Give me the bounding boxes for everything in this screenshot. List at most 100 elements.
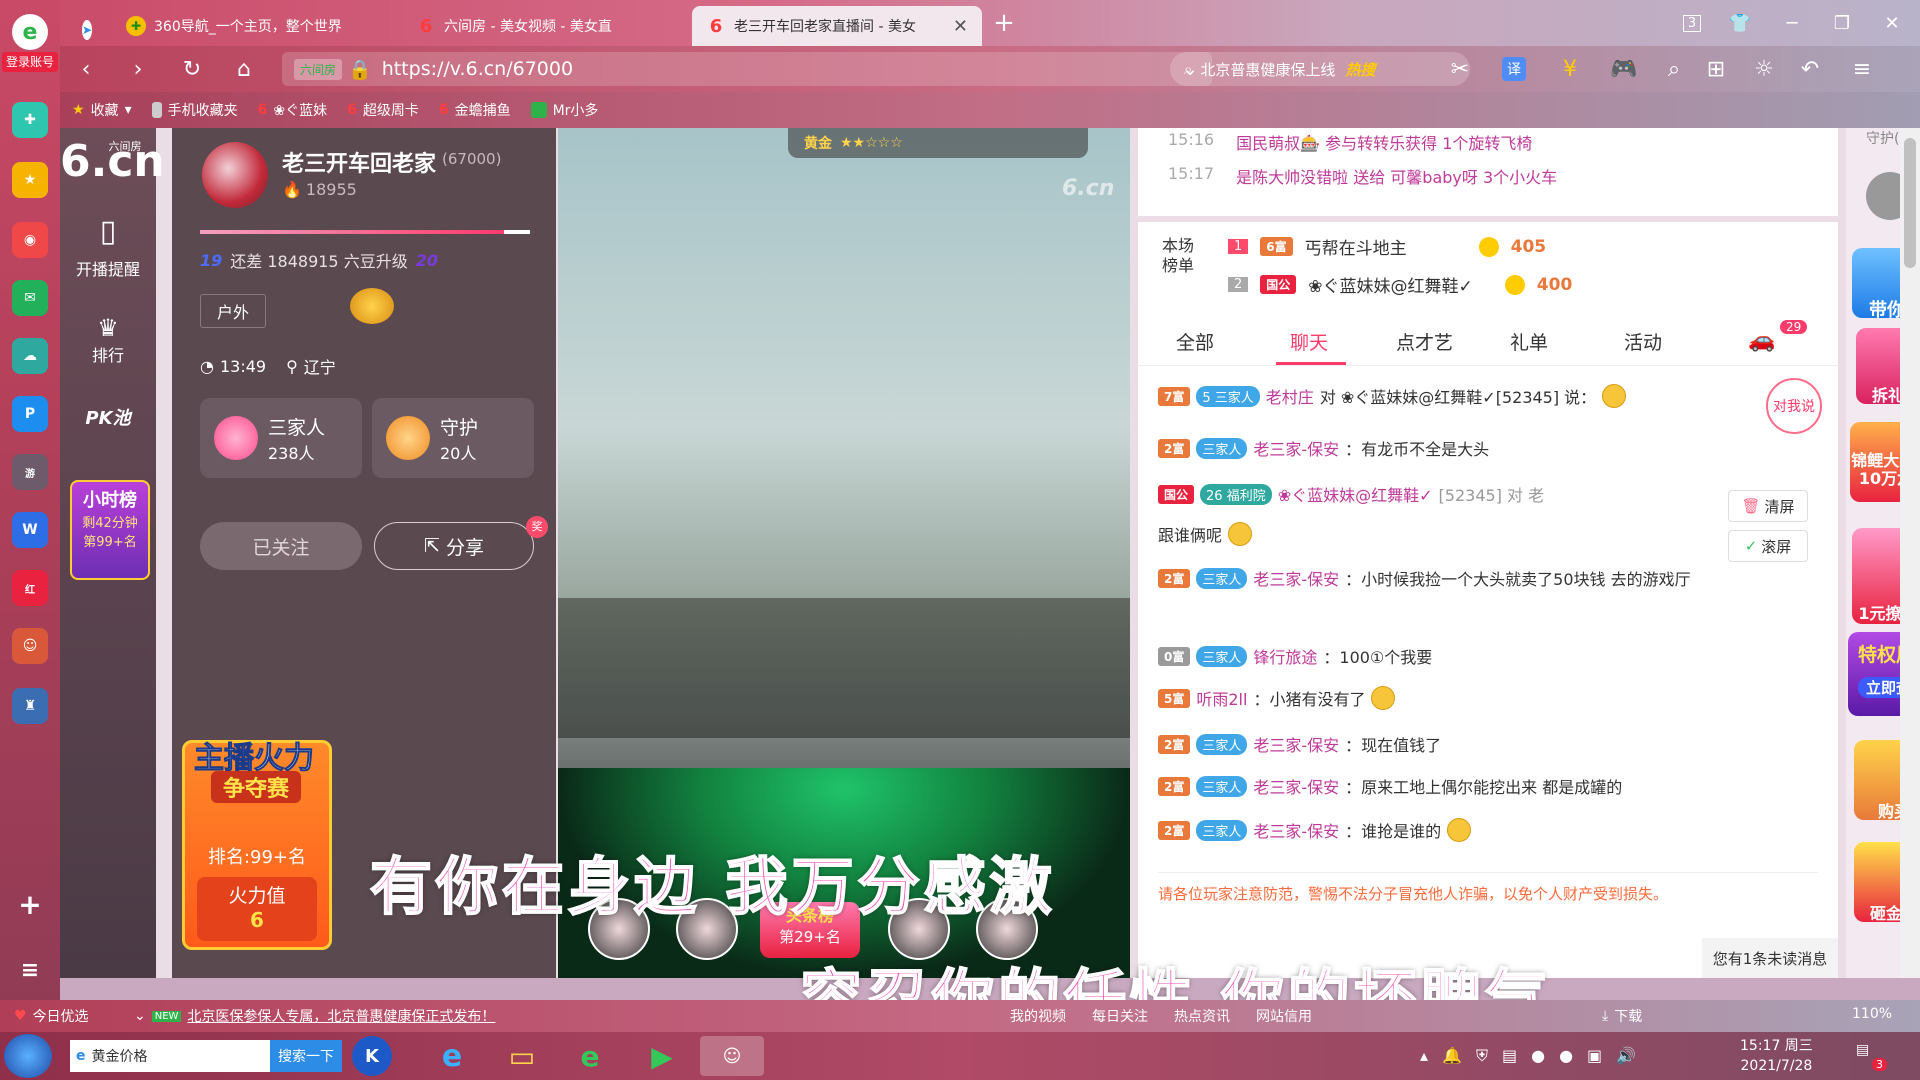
k-app-icon[interactable]: K — [352, 1036, 392, 1076]
bell-icon[interactable]: 🔔 — [1442, 1046, 1462, 1066]
magnifier-icon[interactable]: ⌕ — [1658, 54, 1690, 84]
nav-pk-pool[interactable]: PK池 — [78, 404, 138, 430]
tab-talent[interactable]: 点才艺 — [1396, 328, 1453, 355]
scroll-screen-button[interactable]: ✓ 滚屏 — [1728, 530, 1808, 562]
nav-live-remind[interactable]: 开播提醒 — [60, 256, 156, 280]
refresh-button[interactable]: ↻ — [176, 54, 208, 84]
hour-rank-card[interactable]: 小时榜 剩42分钟 第99+名 — [70, 480, 150, 580]
game-castle-icon[interactable]: ♜ — [12, 688, 48, 724]
share-button[interactable]: ⇱ 分享 — [374, 522, 534, 570]
chat-message[interactable]: 2富 三家人 老三家-保安 ：有龙币不全是大头 — [1158, 436, 1808, 460]
windows-start-button[interactable] — [4, 1034, 52, 1078]
chat-message[interactable]: 2富 三家人 老三家-保安 ：原来工地上偶尔能挖出来 都是成罐的 — [1158, 774, 1808, 798]
shirt-skin-icon[interactable]: 👕 — [1722, 8, 1758, 38]
chat-message[interactable]: 国公 26 福利院 ❀ぐ蓝妹妹@红舞鞋✓ [52345] 对 老 — [1158, 482, 1808, 506]
promo-tease-anchor[interactable]: 1元撩主播 — [1852, 528, 1900, 624]
car-icon[interactable]: 🚗 — [1748, 328, 1775, 353]
chat-message[interactable]: 7富 5 三家人 老村庄 对 ❀ぐ蓝妹妹@红舞鞋✓[52345] 说： — [1158, 384, 1808, 408]
p-app-icon[interactable]: P — [12, 396, 48, 432]
guard-avatar[interactable] — [1866, 172, 1900, 220]
promo-weekcard[interactable]: 特权周卡 立即查看 — [1848, 632, 1900, 716]
grid-apps-icon[interactable]: ⊞ — [1700, 54, 1732, 84]
chat-message[interactable]: 5富 听雨2ll ：小猪有没有了 — [1158, 686, 1808, 710]
qq-icon[interactable]: ● — [1559, 1046, 1573, 1066]
bookmark-weekcard[interactable]: 6 超级周卡 — [347, 100, 419, 120]
rank-row[interactable]: 2 国公 ❀ぐ蓝妹妹@红舞鞋✓ 400 — [1228, 272, 1572, 297]
close-tab-icon[interactable]: ✕ — [953, 16, 968, 37]
plus-app-icon[interactable]: ✚ — [12, 102, 48, 138]
star-favorites-icon[interactable]: ★ — [12, 162, 48, 198]
unread-message-bar[interactable]: 您有1条未读消息 — [1702, 938, 1838, 978]
game-app-icon[interactable]: 游 — [12, 454, 48, 490]
bookmark-lanmei[interactable]: 6 ❀ぐ蓝妹 — [258, 100, 327, 120]
promo-golden-egg[interactable]: 砸金蛋 — [1854, 842, 1900, 923]
video-player-icon[interactable]: ▶ — [634, 1036, 690, 1076]
search-input[interactable]: ⌕ 北京普惠健康保上线 热搜 — [1170, 52, 1470, 86]
zoom-level[interactable]: 110% — [1852, 1006, 1892, 1022]
word-doc-icon[interactable]: W — [12, 512, 48, 548]
minimize-button[interactable]: ─ — [1774, 8, 1810, 38]
promo-gift-pack[interactable]: 拆礼包 — [1856, 328, 1900, 405]
back-button[interactable]: ‹ — [70, 54, 102, 84]
cloud-icon[interactable]: ☁ — [12, 338, 48, 374]
nav-ranking[interactable]: 排行 — [60, 342, 156, 366]
bookmark-fishing[interactable]: 6 金蟾捕鱼 — [439, 100, 511, 120]
chat-message[interactable]: 2富 三家人 老三家-保安 ：谁抢是谁的 — [1158, 818, 1808, 842]
tab-chat[interactable]: 聊天 — [1290, 328, 1328, 355]
home-button[interactable]: ⌂ — [228, 54, 260, 84]
promo-koi[interactable]: 锦鲤大奖 赢10万六币 — [1850, 422, 1900, 502]
status-link-daily-focus[interactable]: 每日关注 — [1092, 1006, 1148, 1026]
fire-contest-card[interactable]: 主播火力 争夺赛 排名:99+名 火力值 6 — [182, 740, 332, 950]
forward-button[interactable]: › — [122, 54, 154, 84]
family-card[interactable]: 三家人 238人 — [200, 398, 362, 478]
status-link-my-video[interactable]: 我的视频 — [1010, 1006, 1066, 1026]
bookmark-favorites[interactable]: ★ 收藏 ▾ — [72, 100, 132, 120]
follow-button[interactable]: 已关注 — [200, 522, 362, 570]
volume-icon[interactable]: 🔊 — [1616, 1046, 1636, 1066]
sidebar-menu-icon[interactable]: ≡ — [12, 952, 48, 988]
new-tab-button[interactable]: + — [986, 8, 1022, 38]
bookmark-mrxiaoduo[interactable]: Mr小多 — [530, 100, 598, 120]
taskbar-search-button[interactable]: 搜索一下 — [270, 1040, 342, 1072]
tab-6cn-home[interactable]: 6 六间房 - 美女视频 - 美女直 — [402, 6, 692, 46]
scissors-icon[interactable]: ✂ — [1444, 54, 1476, 84]
taskbar-search-input[interactable]: e 黄金价格 — [70, 1040, 270, 1072]
doc-icon[interactable]: ▤ — [1502, 1046, 1517, 1066]
tab-activity[interactable]: 活动 — [1624, 328, 1662, 355]
tab-gift-list[interactable]: 礼单 — [1510, 328, 1548, 355]
add-sidebar-icon[interactable]: + — [12, 886, 48, 922]
tab-all[interactable]: 全部 — [1176, 328, 1214, 355]
talk-to-me-button[interactable]: 对我说 — [1766, 378, 1822, 434]
login-button[interactable]: 登录账号 — [2, 52, 58, 72]
gold-rank-banner[interactable]: 黄金 ★★☆☆☆ — [788, 128, 1088, 158]
maximize-button[interactable]: ❐ — [1824, 8, 1860, 38]
game-character-icon[interactable]: ☺ — [12, 628, 48, 664]
promo-fly[interactable]: 带你飞 — [1852, 248, 1900, 321]
chat-message[interactable]: 2富 三家人 老三家-保安 ：小时候我捡一个大头就卖了50块钱 去的游戏厅 — [1158, 566, 1808, 590]
translate-button[interactable]: 译 — [1502, 57, 1526, 81]
download-button[interactable]: ⤓ 下载 — [1602, 1006, 1642, 1026]
address-bar[interactable]: 六间房 🔒 https://v.6.cn/67000 ⌄ — [282, 52, 1212, 86]
clear-screen-button[interactable]: 🗑 清屏 — [1728, 490, 1808, 522]
tray-app-icon[interactable]: ● — [1531, 1046, 1545, 1066]
chat-message[interactable]: 2富 三家人 老三家-保安 ：现在值钱了 — [1158, 732, 1808, 756]
browser-nav-icon[interactable]: ➤ — [68, 10, 98, 50]
tab-360-nav[interactable]: ✚ 360导航_一个主页，整个世界 — [112, 6, 402, 46]
status-link-site-credit[interactable]: 网站信用 — [1256, 1006, 1312, 1026]
news-ticker[interactable]: ⌄ NEW 北京医保参保人专属，北京普惠健康保正式发布！ — [134, 1006, 495, 1026]
menu-icon[interactable]: ≡ — [1846, 54, 1878, 84]
game-app-icon[interactable]: ☺ — [700, 1036, 764, 1076]
view-now-button[interactable]: 立即查看 — [1858, 677, 1900, 698]
rank-row[interactable]: 1 6富 丐帮在斗地主 405 — [1228, 234, 1546, 259]
chat-message[interactable]: 0富 三家人 锋行旅途 ：100①个我要 — [1158, 644, 1808, 668]
360-browser-logo-icon[interactable]: e — [12, 14, 48, 50]
weibo-icon[interactable]: ◉ — [12, 222, 48, 258]
coin-icon[interactable]: ¥ — [1554, 54, 1586, 84]
360-browser-icon[interactable]: e — [562, 1036, 618, 1076]
gamepad-icon[interactable]: 🎮 — [1608, 54, 1640, 84]
category-tag[interactable]: 户外 — [200, 294, 267, 328]
tab-live-room[interactable]: 6 老三开车回老家直播间 - 美女 ✕ — [692, 6, 982, 46]
network-icon[interactable]: ▣ — [1587, 1046, 1602, 1066]
tray-arrow-icon[interactable]: ▴ — [1420, 1046, 1428, 1066]
promo-buy[interactable]: 购买 — [1854, 740, 1900, 821]
